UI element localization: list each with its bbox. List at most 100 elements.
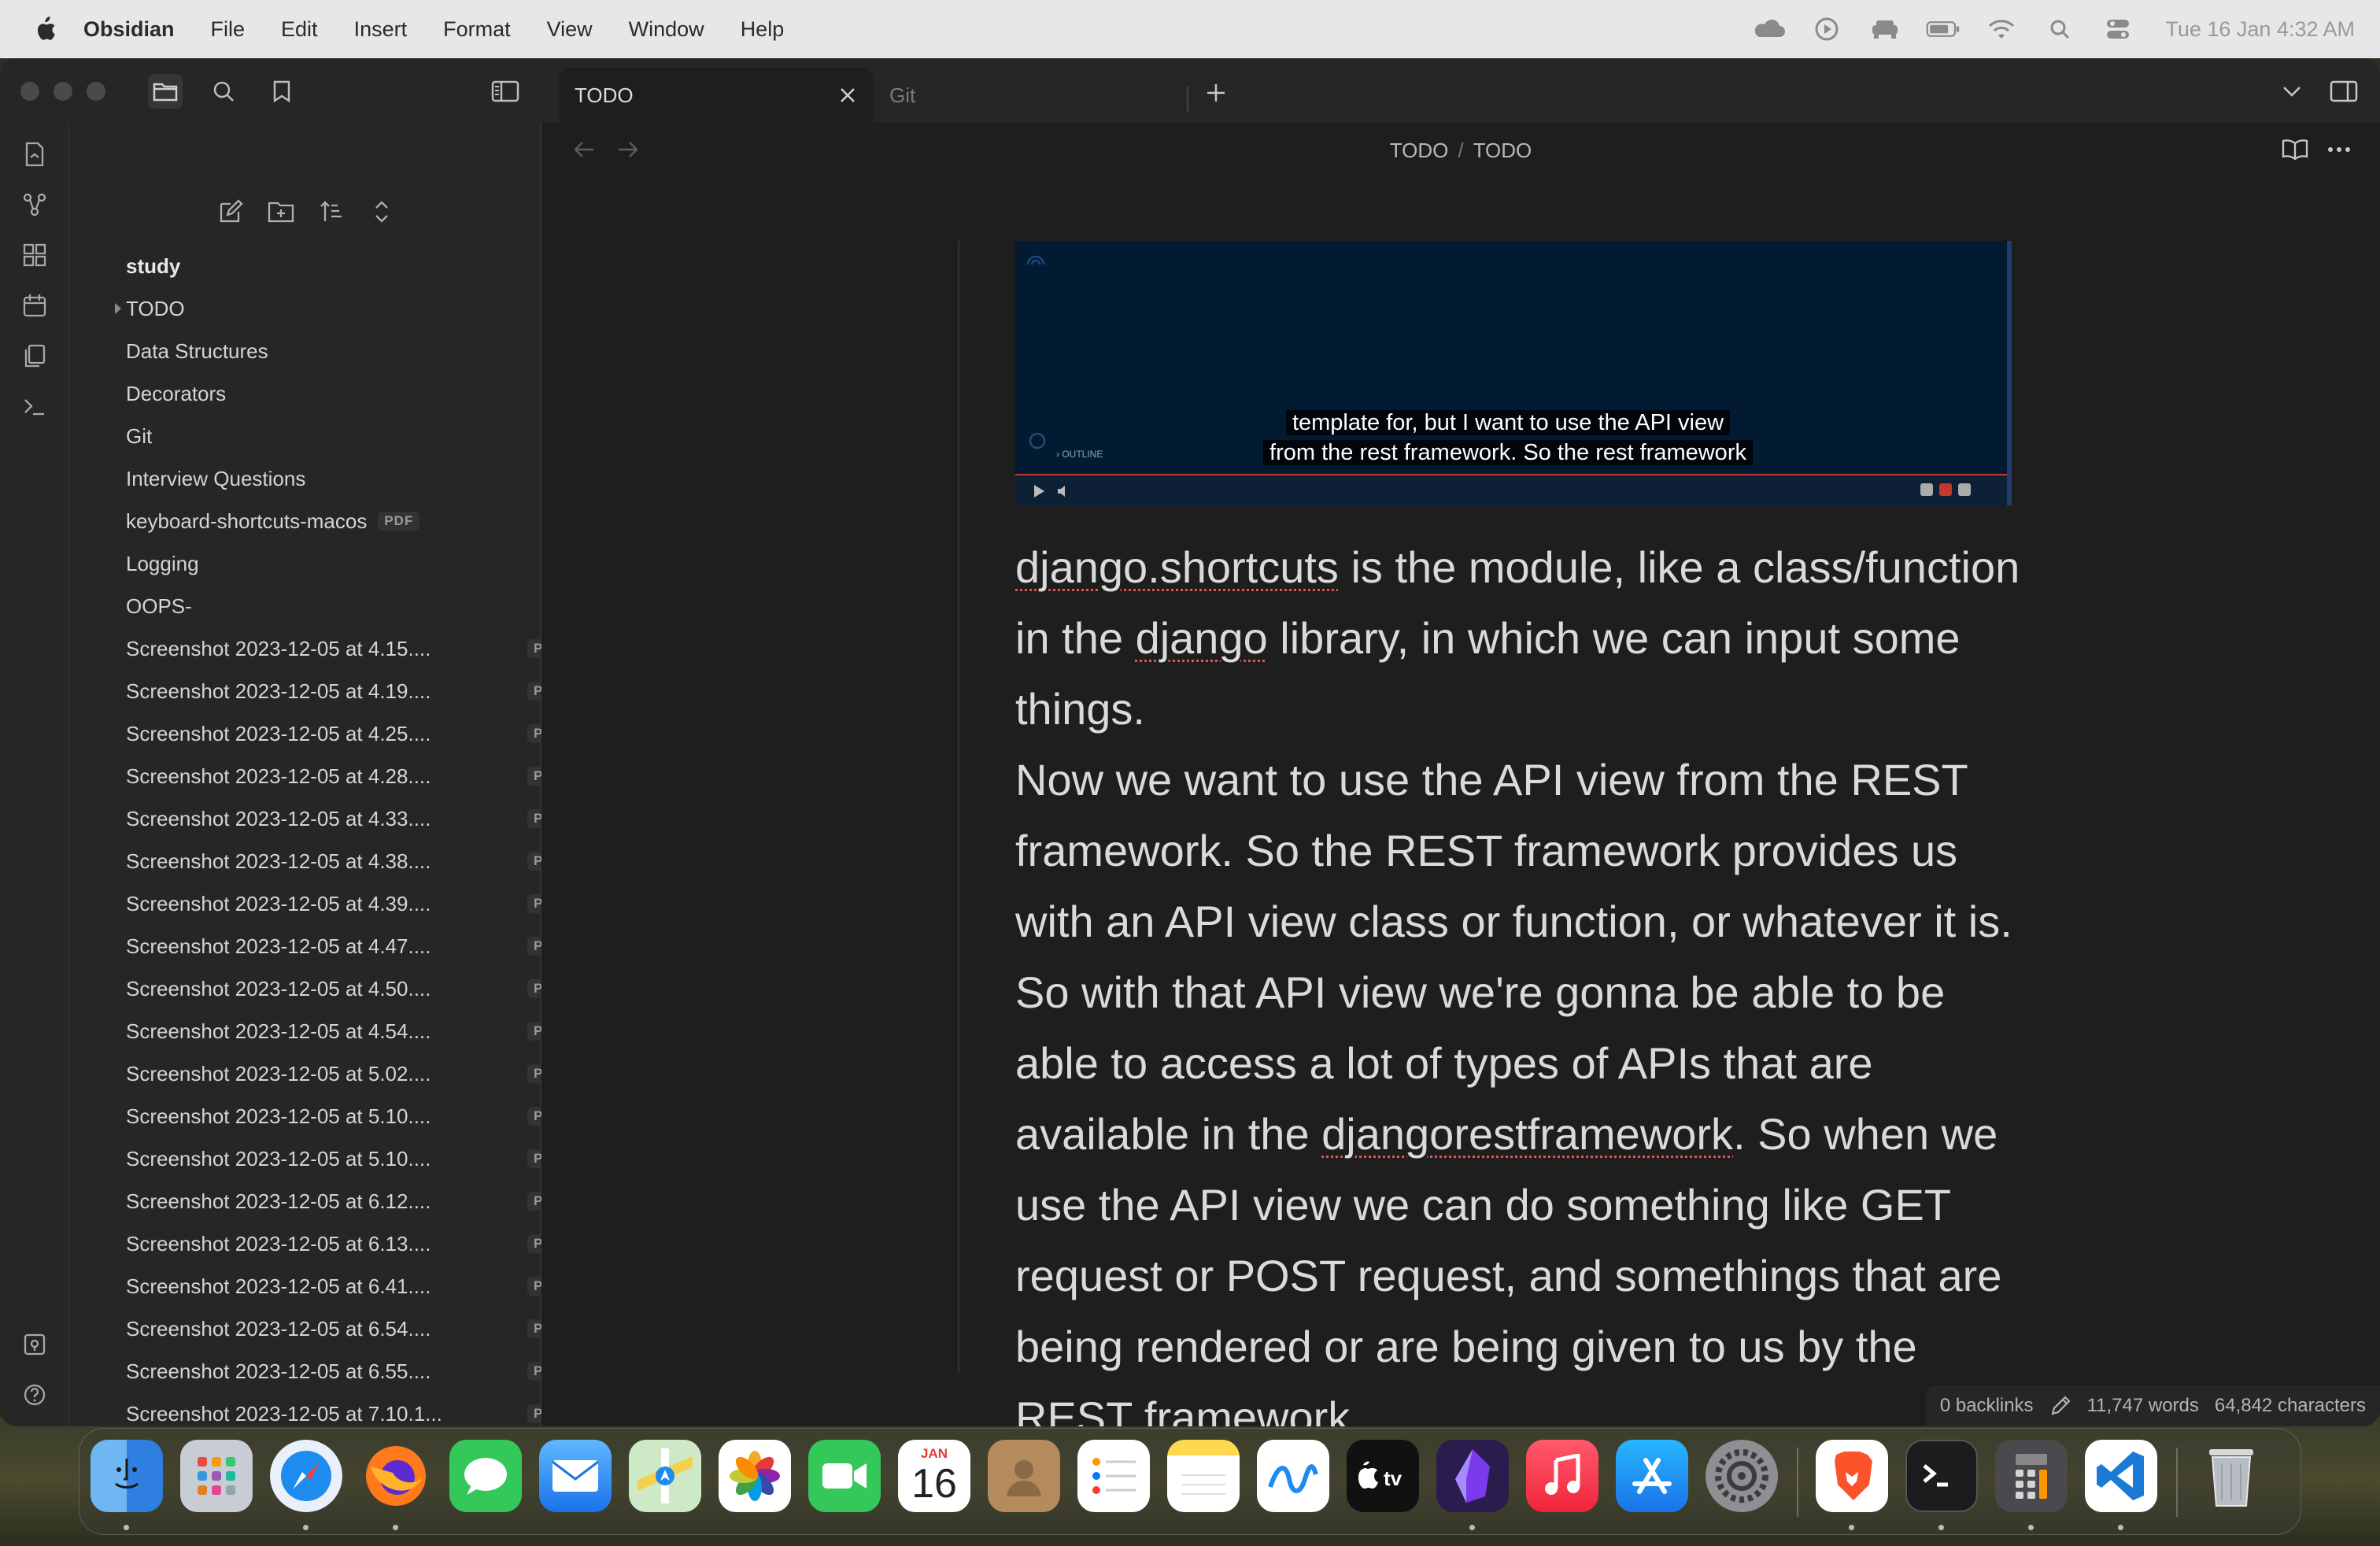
- editing-mode-pencil-icon[interactable]: [2049, 1395, 2071, 1417]
- tree-file[interactable]: Data Structures: [126, 331, 535, 372]
- new-note-icon[interactable]: [214, 195, 247, 228]
- tree-file[interactable]: Screenshot 2023-12-05 at 6.13....PNG: [126, 1223, 571, 1264]
- wifi-icon[interactable]: [1984, 15, 2019, 43]
- tree-file[interactable]: Screenshot 2023-12-05 at 4.33....PNG: [126, 798, 571, 839]
- tree-file[interactable]: Screenshot 2023-12-05 at 5.10....PNG: [126, 1138, 571, 1179]
- tree-file[interactable]: Screenshot 2023-12-05 at 4.54....PNG: [126, 1011, 571, 1052]
- vault-switcher-icon[interactable]: [17, 1327, 52, 1362]
- dock-reminders-icon[interactable]: [1077, 1440, 1150, 1512]
- more-options-icon[interactable]: [2322, 132, 2356, 167]
- dock-firefox-icon[interactable]: [360, 1440, 432, 1512]
- new-tab-icon[interactable]: [1199, 76, 1233, 110]
- dock-brave-icon[interactable]: [1816, 1440, 1888, 1512]
- dock-finder-icon[interactable]: [91, 1440, 163, 1512]
- dock-messages-icon[interactable]: [449, 1440, 522, 1512]
- tree-file[interactable]: Git: [126, 416, 535, 457]
- graph-view-icon[interactable]: [17, 187, 52, 222]
- zoom-window-button[interactable]: [87, 82, 105, 101]
- embedded-video-frame[interactable]: › OUTLINE template for, but I want to us…: [1015, 241, 2012, 505]
- tree-file[interactable]: Screenshot 2023-12-05 at 6.55....PNG: [126, 1351, 571, 1392]
- search-icon[interactable]: [2042, 15, 2077, 43]
- dock-launchpad-icon[interactable]: [180, 1440, 253, 1512]
- video-controls-strip[interactable]: [1015, 475, 2007, 505]
- vault-root-folder[interactable]: study: [126, 246, 535, 287]
- dock-calendar-icon[interactable]: JAN 16: [898, 1440, 970, 1512]
- dock-maps-icon[interactable]: [629, 1440, 701, 1512]
- menu-help[interactable]: Help: [741, 17, 785, 42]
- toggle-right-sidebar-icon[interactable]: [2326, 74, 2361, 109]
- dock-terminal-icon[interactable]: [1905, 1440, 1978, 1512]
- dock-vscode-icon[interactable]: [2085, 1440, 2157, 1512]
- note-content[interactable]: django.shortcuts is the module, like a c…: [1015, 532, 2031, 1426]
- tree-file[interactable]: Screenshot 2023-12-05 at 4.47....PNG: [126, 926, 571, 967]
- search-view-button[interactable]: [206, 74, 241, 109]
- tree-file[interactable]: Interview Questions: [126, 458, 535, 499]
- tree-file[interactable]: Screenshot 2023-12-05 at 4.25....PNG: [126, 713, 571, 754]
- dock-obsidian-icon[interactable]: [1436, 1440, 1509, 1512]
- cloud-icon[interactable]: [1751, 15, 1786, 43]
- dock-facetime-icon[interactable]: [808, 1440, 881, 1512]
- dock-safari-icon[interactable]: [270, 1440, 342, 1512]
- play-icon[interactable]: [1809, 15, 1844, 43]
- dock-music-icon[interactable]: [1526, 1440, 1598, 1512]
- video-play-icon[interactable]: [1031, 483, 1047, 499]
- spellcheck-word[interactable]: djangorestframework: [1321, 1109, 1733, 1159]
- tree-file[interactable]: Screenshot 2023-12-05 at 7.10.1...PNG: [126, 1393, 571, 1426]
- templates-icon[interactable]: [17, 338, 52, 373]
- open-quick-switcher-icon[interactable]: [17, 137, 52, 172]
- dock-notes-icon[interactable]: [1167, 1440, 1240, 1512]
- menu-format[interactable]: Format: [443, 17, 511, 42]
- menu-edit[interactable]: Edit: [281, 17, 318, 42]
- bookmarks-view-button[interactable]: [264, 74, 299, 109]
- tree-file[interactable]: Screenshot 2023-12-05 at 6.12....PNG: [126, 1181, 571, 1222]
- tree-file[interactable]: Screenshot 2023-12-05 at 4.50....PNG: [126, 968, 571, 1009]
- menu-view[interactable]: View: [547, 17, 593, 42]
- spellcheck-word[interactable]: django.shortcuts: [1015, 542, 1339, 592]
- dock-trash-icon[interactable]: [2195, 1440, 2267, 1512]
- tree-file[interactable]: Screenshot 2023-12-05 at 4.38....PNG: [126, 841, 571, 882]
- canvas-icon[interactable]: [17, 238, 52, 272]
- tree-file[interactable]: Screenshot 2023-12-05 at 5.10....PNG: [126, 1096, 571, 1137]
- spellcheck-word[interactable]: django: [1136, 613, 1268, 663]
- menu-insert[interactable]: Insert: [354, 17, 408, 42]
- new-folder-icon[interactable]: [264, 195, 298, 228]
- collapse-all-icon[interactable]: [365, 195, 398, 228]
- menubar-clock[interactable]: Tue 16 Jan 4:32 AM: [2165, 17, 2355, 42]
- sort-order-icon[interactable]: [315, 195, 348, 228]
- tree-file[interactable]: Decorators: [126, 373, 535, 414]
- reading-view-book-icon[interactable]: [2278, 132, 2312, 167]
- dock-photos-icon[interactable]: [719, 1440, 791, 1512]
- dock-mail-icon[interactable]: [539, 1440, 612, 1512]
- tree-file[interactable]: Screenshot 2023-12-05 at 6.54....PNG: [126, 1308, 571, 1349]
- battery-icon[interactable]: [1926, 15, 1961, 43]
- command-palette-icon[interactable]: [17, 389, 52, 423]
- tree-file[interactable]: Screenshot 2023-12-05 at 4.19....PNG: [126, 671, 571, 712]
- dock-freeform-icon[interactable]: [1257, 1440, 1329, 1512]
- tab-todo[interactable]: TODO: [559, 68, 874, 123]
- toggle-left-sidebar-icon[interactable]: [488, 74, 523, 109]
- tree-file[interactable]: Screenshot 2023-12-05 at 4.15....PNG: [126, 628, 571, 669]
- video-volume-icon[interactable]: [1056, 483, 1072, 499]
- dock-contacts-icon[interactable]: [988, 1440, 1060, 1512]
- dock-calculator-icon[interactable]: [1995, 1440, 2068, 1512]
- chevron-right-icon[interactable]: [110, 301, 126, 316]
- tab-list-chevron-down-icon[interactable]: [2275, 74, 2309, 109]
- tree-file[interactable]: Screenshot 2023-12-05 at 4.28....PNG: [126, 756, 571, 797]
- tree-file[interactable]: Screenshot 2023-12-05 at 6.41....PNG: [126, 1266, 571, 1307]
- tree-file[interactable]: keyboard-shortcuts-macos PDF: [126, 501, 535, 542]
- help-icon[interactable]: [17, 1378, 52, 1412]
- dock-tv-icon[interactable]: tv: [1347, 1440, 1419, 1512]
- minimize-window-button[interactable]: [54, 82, 72, 101]
- dock-app-store-icon[interactable]: [1616, 1440, 1688, 1512]
- apple-menu-icon[interactable]: [30, 13, 60, 45]
- tree-folder-todo[interactable]: TODO: [115, 288, 535, 329]
- menu-file[interactable]: File: [211, 17, 246, 42]
- tab-git[interactable]: Git: [874, 68, 1188, 123]
- tree-file[interactable]: Logging: [126, 543, 535, 584]
- close-tab-icon[interactable]: [836, 83, 859, 107]
- breadcrumb-current[interactable]: TODO: [1473, 139, 1532, 162]
- daily-note-calendar-icon[interactable]: [17, 288, 52, 323]
- tree-file[interactable]: Screenshot 2023-12-05 at 5.02....PNG: [126, 1053, 571, 1094]
- breadcrumb-parent[interactable]: TODO: [1390, 139, 1449, 162]
- control-center-icon[interactable]: [2101, 15, 2135, 43]
